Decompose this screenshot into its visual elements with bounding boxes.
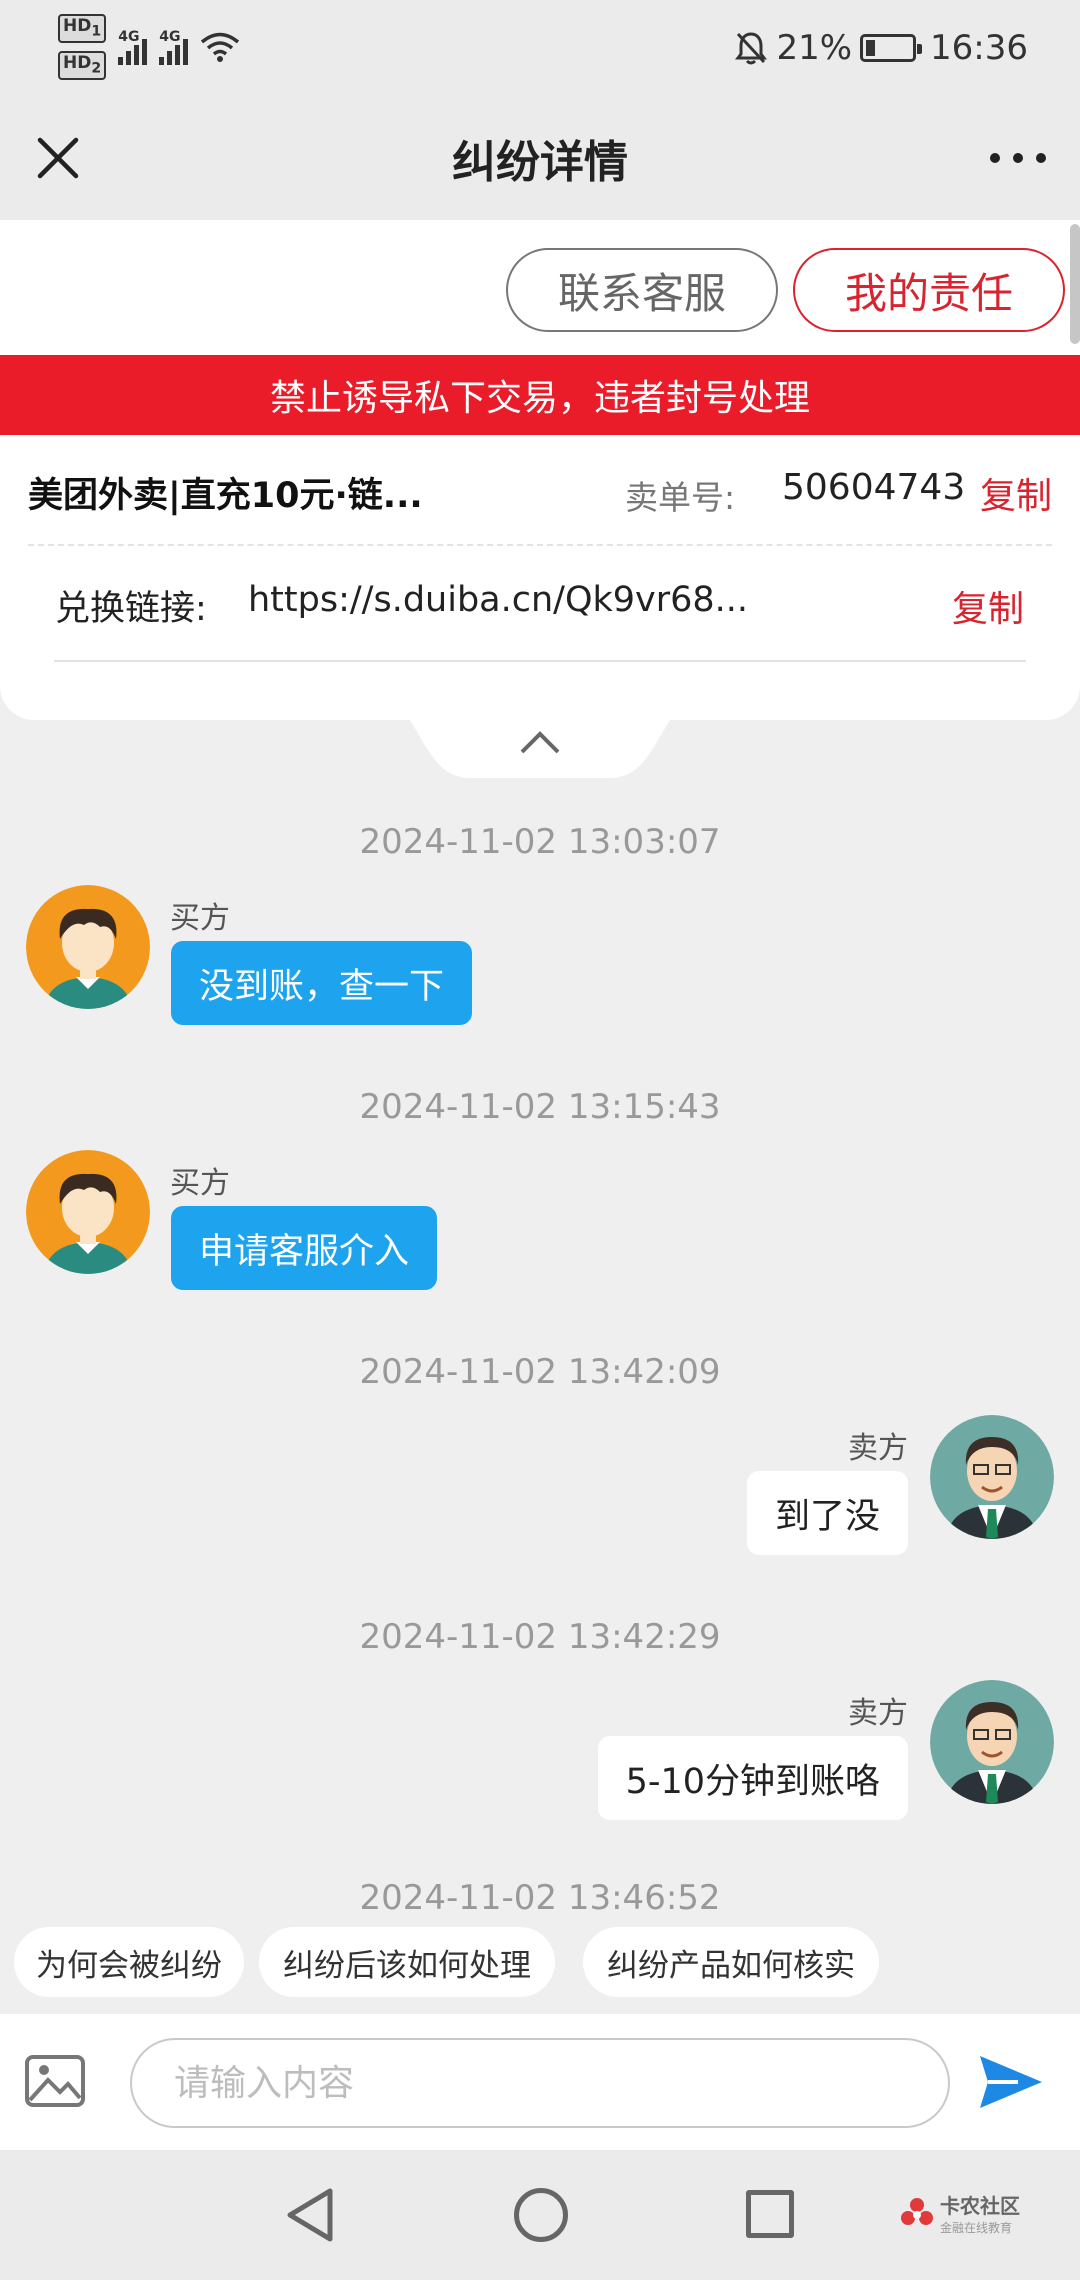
divider: [54, 660, 1026, 662]
watermark-title: 卡农社区: [940, 2194, 1020, 2218]
hd-badge-1-text: HD: [63, 15, 92, 36]
hd-badge-2: HD2: [58, 51, 107, 81]
recent-apps-icon[interactable]: [746, 2190, 794, 2238]
redeem-link-label: 兑换链接:: [55, 589, 207, 629]
wifi-icon: [201, 32, 240, 62]
seller-avatar: [930, 1415, 1054, 1539]
order-card: 联系客服 我的责任 禁止诱导私下交易，违者封号处理 美团外卖|直充10元·链..…: [0, 220, 1080, 720]
system-nav-bar: 卡农社区 金融在线教育: [0, 2150, 1080, 2280]
sender-label: 卖方: [848, 1696, 908, 1731]
watermark-subtitle: 金融在线教育: [940, 2221, 1013, 2235]
scrollbar[interactable]: [1070, 224, 1080, 344]
seller-message-bubble: 到了没: [746, 1471, 908, 1555]
network-type-2: 4G: [159, 29, 181, 45]
copy-order-number-button[interactable]: 复制: [980, 467, 1052, 519]
send-icon[interactable]: [978, 2052, 1044, 2112]
order-number: 50604743: [782, 467, 966, 508]
more-icon[interactable]: [990, 140, 1046, 176]
chevron-up-icon[interactable]: [516, 726, 564, 758]
product-name: 美团外卖|直充10元·链...: [28, 476, 423, 516]
composer-bar: [0, 2014, 1080, 2150]
watermark-text: 卡农社区 金融在线教育: [940, 2190, 1020, 2236]
warning-banner: 禁止诱导私下交易，违者封号处理: [0, 355, 1080, 435]
message-time: 2024-11-02 13:46:52: [359, 1878, 721, 1910]
message-time: 2024-11-02 13:42:29: [359, 1617, 721, 1657]
message-time: 2024-11-02 13:42:09: [359, 1352, 721, 1392]
message-input[interactable]: [130, 2038, 950, 2128]
back-icon[interactable]: [282, 2186, 338, 2244]
clock: 16:36: [930, 28, 1028, 68]
contact-service-button[interactable]: 联系客服: [506, 248, 778, 332]
buyer-avatar: [26, 1150, 150, 1274]
signal-icon-1: 4G: [118, 29, 148, 65]
my-responsibility-button[interactable]: 我的责任: [793, 248, 1065, 332]
order-number-label: 卖单号:: [625, 478, 736, 517]
mute-bell-icon: [735, 32, 768, 65]
hd-badge-2-text: HD: [63, 53, 92, 73]
copy-redeem-link-button[interactable]: 复制: [952, 580, 1024, 632]
status-left: HD1 HD2 4G 4G: [58, 13, 240, 81]
hd-badge-2-sub: 2: [91, 60, 102, 77]
order-row: 美团外卖|直充10元·链... 卖单号: 50604743 复制: [0, 435, 1080, 545]
redeem-link-value: https://s.duiba.cn/Qk9vr68...: [248, 580, 749, 620]
watermark-logo-icon: [901, 2198, 933, 2225]
message-time: 2024-11-02 13:03:07: [359, 822, 721, 862]
sender-label: 买方: [170, 1166, 230, 1201]
seller-avatar: [930, 1680, 1054, 1804]
status-bar: HD1 HD2 4G 4G 21% 16:36: [0, 0, 1080, 96]
message-time: 2024-11-02 13:15:43: [359, 1087, 721, 1127]
title-bar: 纠纷详情: [0, 96, 1080, 220]
sender-label: 买方: [170, 901, 230, 936]
page-title: 纠纷详情: [452, 137, 628, 188]
network-type-1: 4G: [118, 29, 140, 45]
signal-icon-2: 4G: [159, 29, 189, 65]
home-icon[interactable]: [514, 2188, 568, 2242]
watermark: 卡农社区 金融在线教育: [900, 2190, 1020, 2236]
battery-percent: 21%: [776, 28, 853, 68]
quick-question-chip[interactable]: 纠纷产品如何核实: [583, 1927, 879, 1997]
hd-badge-1: HD1: [58, 13, 107, 43]
buyer-avatar: [26, 885, 150, 1009]
buyer-message-bubble: 没到账，查一下: [171, 941, 473, 1025]
redeem-link-row: 兑换链接: https://s.duiba.cn/Qk9vr68... 复制: [0, 546, 1080, 658]
battery-icon: [860, 34, 923, 62]
hd-badge-1-sub: 1: [91, 23, 102, 39]
status-right: 21% 16:36: [734, 20, 1028, 76]
seller-message-bubble: 5-10分钟到账咯: [597, 1736, 908, 1820]
image-upload-icon[interactable]: [24, 2054, 86, 2108]
quick-question-chip[interactable]: 纠纷后该如何处理: [259, 1927, 555, 1997]
hd-indicators: HD1 HD2: [58, 13, 107, 81]
quick-question-chip[interactable]: 为何会被纠纷: [14, 1927, 244, 1997]
buyer-message-bubble: 申请客服介入: [171, 1206, 438, 1290]
sender-label: 卖方: [848, 1431, 908, 1466]
